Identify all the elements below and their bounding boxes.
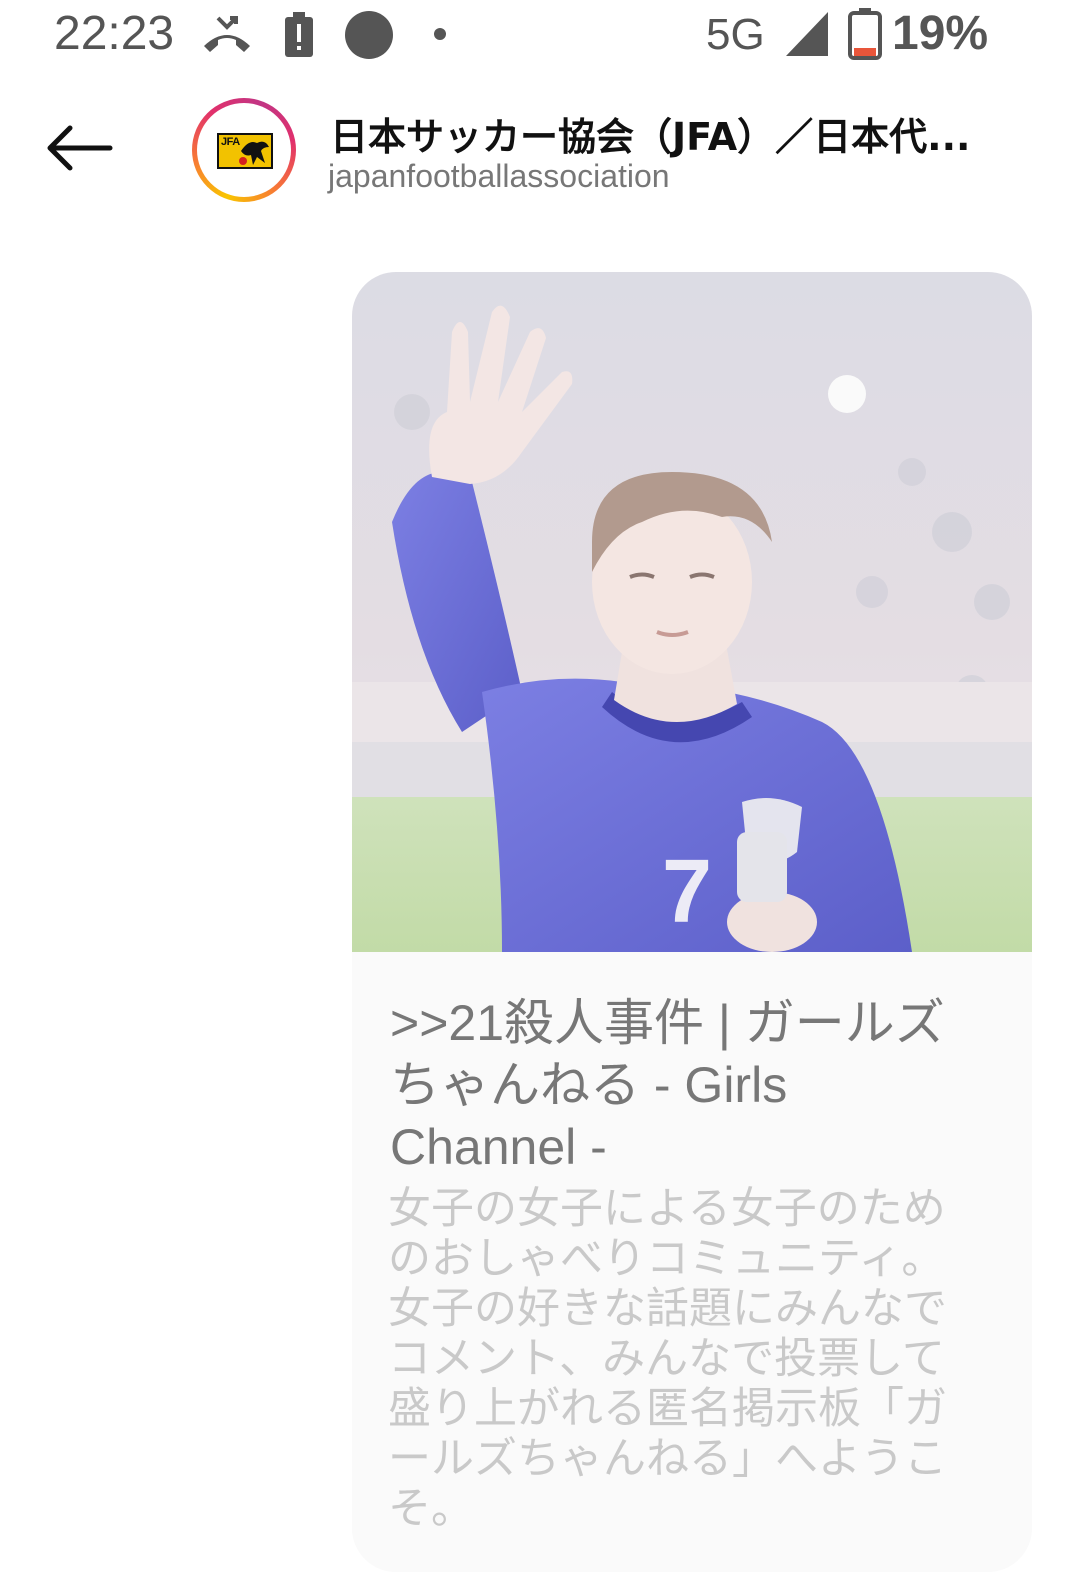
crow-emblem-icon [239, 141, 269, 165]
network-type: 5G [706, 10, 765, 59]
status-time: 22:23 [54, 7, 175, 60]
avatar[interactable]: JFA [192, 98, 296, 202]
link-preview-card[interactable]: 7 >>21殺人事件 | ガールズちゃんねる - Girls Channel -… [352, 272, 1032, 1572]
back-button[interactable] [40, 118, 120, 178]
missed-call-icon [204, 16, 250, 52]
link-preview-description: 女子の女子による女子のためのおしゃべりコミュニティ。女子の好きな話題にみんなでコ… [388, 1184, 947, 1534]
notification-dot-icon [434, 28, 446, 40]
avatar-inner: JFA [197, 103, 291, 197]
link-preview-title[interactable]: >>21殺人事件 | ガールズちゃんねる - Girls Channel - [390, 992, 980, 1178]
page-title[interactable]: 日本サッカー協会（JFA）／日本代... [330, 106, 990, 161]
battery-alert-icon [285, 12, 313, 57]
signal-icon [786, 12, 828, 56]
svg-text:7: 7 [662, 842, 712, 942]
battery-percentage: 19% [892, 7, 989, 60]
record-dot-icon [345, 11, 393, 59]
jfa-logo: JFA [217, 133, 273, 169]
account-username[interactable]: japanfootballassociation [328, 158, 670, 195]
battery-icon [848, 8, 882, 60]
chat-header: JFA 日本サッカー協会（JFA）／日本代... japanfootballas… [0, 88, 1080, 218]
back-arrow-icon [47, 125, 113, 171]
preview-image: 7 [352, 272, 1032, 952]
status-bar: 22:23 5G 19% [0, 0, 1080, 72]
link-preview-text: >>21殺人事件 | ガールズちゃんねる - Girls Channel - 女… [352, 952, 1032, 1572]
